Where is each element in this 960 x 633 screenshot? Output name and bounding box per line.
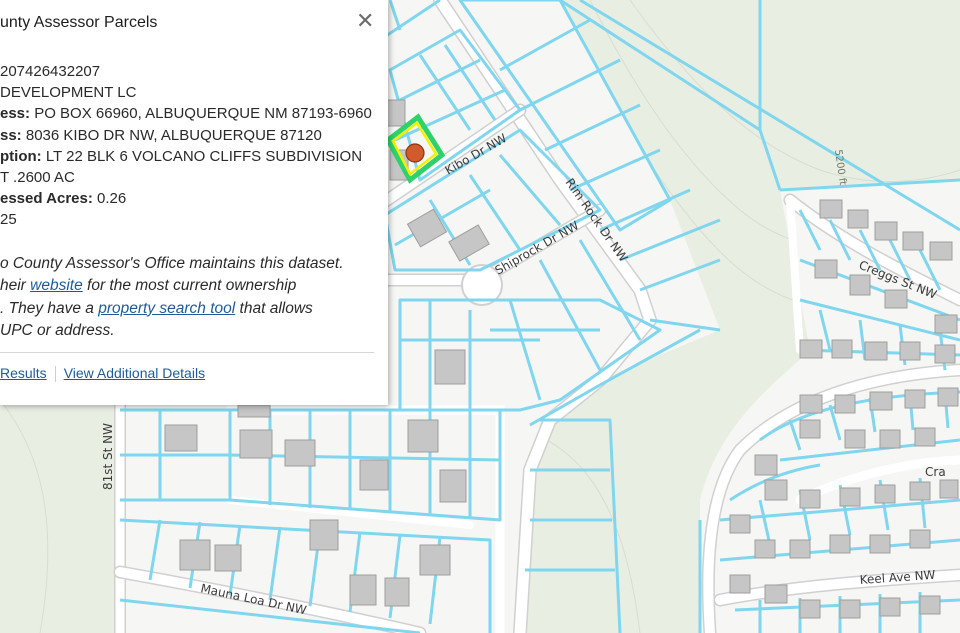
popup-actions: Results View Additional Details [0, 365, 205, 383]
parcel-info-popup: unty Assessor Parcels ✕ 207426432207 DEV… [0, 0, 388, 405]
attribute-row: essed Acres: 0.26 [0, 190, 127, 208]
popup-title: unty Assessor Parcels [0, 14, 158, 31]
attribute-row: ss: 8036 KIBO DR NW, ALBUQUERQUE 87120 [0, 126, 322, 144]
results-link[interactable]: Results [0, 365, 47, 381]
dataset-note: o County Assessor's Office maintains thi… [0, 255, 344, 339]
parcel-location-marker[interactable] [405, 143, 425, 163]
website-link[interactable]: website [30, 277, 83, 294]
property-search-tool-link[interactable]: property search tool [98, 300, 235, 317]
attribute-row: T .2600 AC [0, 168, 75, 186]
street-label-81st: 81st St NW [101, 423, 115, 490]
view-additional-details-link[interactable]: View Additional Details [64, 365, 205, 381]
attribute-row: ption: LT 22 BLK 6 VOLCANO CLIFFS SUBDIV… [0, 147, 363, 165]
attribute-row: DEVELOPMENT LC [0, 84, 137, 102]
close-icon[interactable]: ✕ [356, 8, 374, 34]
popup-divider [0, 352, 374, 353]
popup-attributes: 207426432207 DEVELOPMENT LC ess: PO BOX … [0, 61, 388, 231]
attribute-row: 25 [0, 211, 17, 229]
attribute-row: ess: PO BOX 66960, ALBUQUERQUE NM 87193-… [0, 105, 372, 123]
attribute-row: 207426432207 [0, 63, 101, 80]
action-separator [54, 366, 56, 383]
street-label-cra: Cra [925, 465, 946, 479]
